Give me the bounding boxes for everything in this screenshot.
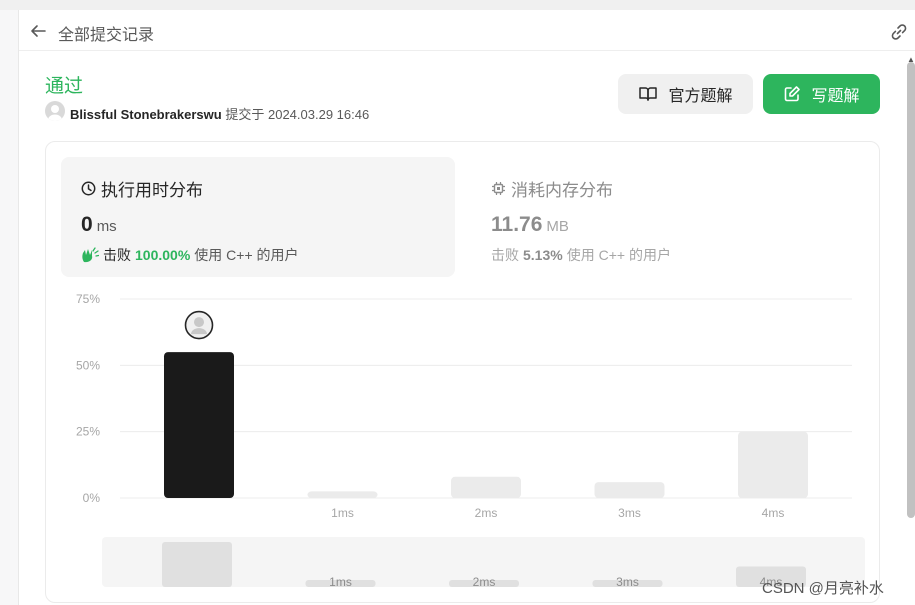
status-accepted: 通过	[45, 76, 84, 97]
y-tick-label: 75%	[76, 292, 100, 306]
distribution-card: 执行用时分布 0 ms 击败 100.00% 使用 C++ 的用户 消耗内存分布…	[45, 141, 880, 603]
x-tick-label: 1ms	[331, 506, 354, 520]
submission-panel: 全部提交记录 通过 Blissful Stonebrakerswu 提交于 20…	[18, 10, 915, 605]
panel-header: 全部提交记录	[19, 10, 915, 51]
link-icon[interactable]	[889, 22, 909, 42]
bar	[451, 476, 521, 498]
official-solution-button[interactable]: 官方题解	[618, 74, 753, 114]
username[interactable]: Blissful Stonebrakerswu	[70, 107, 222, 122]
avatar-head-icon	[194, 317, 204, 328]
arrow-left-icon[interactable]	[29, 22, 47, 40]
runtime-distribution-chart: 0%25%50%75%1ms 2ms 3ms 4ms1ms 2ms 3ms 4ms	[76, 292, 865, 589]
bar	[594, 482, 665, 498]
minimap-bar	[162, 542, 232, 587]
submitted-label: 提交于	[225, 107, 265, 122]
minimap-tick-label: 1ms	[329, 575, 352, 589]
edit-icon	[785, 86, 801, 102]
bar	[738, 431, 808, 498]
minimap-tick-label: 3ms	[616, 575, 639, 589]
write-solution-label: 写题解	[811, 88, 860, 105]
top-strip	[0, 0, 915, 10]
scrollbar-thumb[interactable]	[907, 62, 915, 518]
y-tick-label: 0%	[83, 491, 101, 505]
write-solution-button[interactable]: 写题解	[763, 74, 880, 114]
user-avatar[interactable]	[45, 101, 65, 121]
all-submissions-title[interactable]: 全部提交记录	[58, 21, 154, 45]
watermark: CSDN @月亮补水	[762, 580, 884, 597]
submitted-time: 2024.03.29 16:46	[267, 107, 370, 122]
y-tick-label: 50%	[76, 358, 100, 372]
x-tick-label: 3ms	[618, 506, 641, 520]
minimap-tick-label: 2ms	[473, 575, 496, 589]
official-solution-label: 官方题解	[668, 88, 733, 105]
avatar-silhouette-icon	[48, 105, 62, 121]
y-tick-label: 25%	[76, 425, 100, 439]
submission-meta: Blissful Stonebrakerswu 提交于 2024.03.29 1…	[70, 104, 369, 123]
book-open-icon	[639, 87, 658, 101]
bar	[307, 491, 378, 498]
x-tick-label: 2ms	[475, 506, 498, 520]
bar-highlight	[164, 352, 234, 498]
x-tick-label: 4ms	[762, 506, 785, 520]
